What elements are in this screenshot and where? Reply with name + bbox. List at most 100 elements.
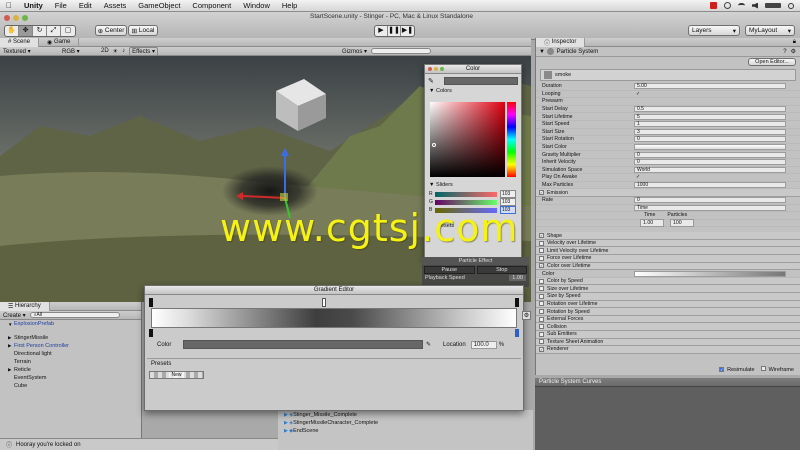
gear-icon[interactable]: ⚙ (787, 48, 800, 55)
module-sub-emitters[interactable]: Sub Emitters (536, 331, 800, 339)
space-toggle[interactable]: ⊞ Local (128, 25, 158, 36)
red-slider[interactable] (435, 191, 497, 197)
module-shape[interactable]: ✓ Shape (536, 232, 800, 240)
gradient-eyedropper-icon[interactable]: ✎ (426, 341, 431, 348)
step-button[interactable]: ▶❚ (401, 26, 414, 36)
module-size-by-speed[interactable]: Size by Speed (536, 293, 800, 301)
hierarchy-search-input[interactable]: ⌕All (29, 312, 120, 318)
scale-tool-icon[interactable]: ⤢ (47, 26, 61, 36)
open-editor-button[interactable]: Open Editor... (748, 58, 796, 66)
module-color-by-speed[interactable]: Color by Speed (536, 277, 800, 286)
collision-checkbox[interactable] (539, 324, 544, 330)
layers-dropdown[interactable]: Layers ▾ (688, 25, 740, 36)
alpha-key-right[interactable] (515, 298, 519, 307)
menu-edit[interactable]: Edit (73, 1, 98, 10)
sub-emitters-checkbox[interactable] (539, 331, 544, 337)
hierarchy-item[interactable]: ▶ First Person Controller (0, 342, 141, 350)
close-window-icon[interactable] (4, 15, 10, 21)
apple-icon[interactable]:  (0, 1, 18, 10)
hand-tool-icon[interactable]: ✋ (5, 26, 19, 36)
menu-assets[interactable]: Assets (98, 1, 133, 10)
project-item[interactable]: ▶ ◆ EndScene (278, 427, 533, 435)
settings-corner-icon[interactable]: ⚙ (522, 311, 531, 320)
tab-hierarchy[interactable]: ☰ Hierarchy (0, 301, 50, 311)
menu-file[interactable]: File (49, 1, 73, 10)
color-over-lifetime-checkbox[interactable]: ✓ (539, 263, 544, 269)
gizmos-dropdown[interactable]: Gizmos ▾ (342, 48, 367, 55)
force-over-lifetime-checkbox[interactable] (539, 255, 544, 261)
module-limit-velocity-over-lifetime[interactable]: Limit Velocity over Lifetime (536, 247, 800, 256)
rate-mode-dropdown[interactable]: Time (634, 204, 786, 211)
module-texture-sheet-animation[interactable]: Texture Sheet Animation (536, 338, 800, 347)
simulation-space-value[interactable]: World (634, 166, 786, 173)
red-value[interactable]: 103 (500, 190, 516, 198)
hierarchy-item[interactable]: EventSystem (0, 374, 141, 382)
burst-particles-value[interactable]: 100 (670, 218, 694, 227)
module-force-over-lifetime[interactable]: Force over Lifetime (536, 255, 800, 263)
module-external-forces[interactable]: External Forces (536, 315, 800, 324)
green-slider[interactable] (435, 199, 497, 205)
green-value[interactable]: 103 (500, 198, 516, 206)
alpha-key-left[interactable] (149, 298, 153, 307)
resimulate-toggle[interactable]: ✓ Resimulate (719, 366, 755, 373)
project-item[interactable]: ▶ ◈ Stinger_Missile_Complete (278, 411, 533, 419)
color-mode-dropdown[interactable]: RGB ▾ (62, 48, 97, 55)
hierarchy-item[interactable]: ▼ ExplosionPrefab (0, 320, 141, 328)
render-mode-dropdown[interactable]: Textured ▾ (3, 48, 58, 55)
tab-game[interactable]: ◉ Game (39, 37, 80, 47)
renderer-checkbox[interactable]: ✓ (539, 346, 544, 352)
color-saturation-square[interactable] (430, 102, 505, 177)
tab-inspector[interactable]: ⓘ Inspector (536, 37, 586, 47)
2d-toggle[interactable]: 2D (101, 48, 109, 54)
play-button[interactable]: ▶ (375, 26, 388, 36)
app-menu[interactable]: Unity (18, 1, 49, 10)
pivot-toggle[interactable]: ⊕ Center (95, 25, 127, 36)
hierarchy-item[interactable]: ▶ StingerMissile (0, 334, 141, 342)
project-item[interactable]: ▶ ◈ StingerMissileCharacter_Complete (278, 419, 533, 427)
menu-help[interactable]: Help (276, 1, 303, 10)
play-on-awake-value[interactable]: ✓ (634, 174, 640, 180)
gravity-multiplier-value[interactable]: 0 (634, 151, 786, 158)
menu-component[interactable]: Component (186, 1, 237, 10)
zoom-window-icon[interactable] (22, 15, 28, 21)
lock-icon[interactable]: 🔒︎ (793, 39, 800, 46)
hierarchy-item[interactable]: ▶ Reticle (0, 366, 141, 374)
pause-button[interactable]: ❚❚ (388, 26, 401, 36)
start-size-value[interactable]: 3 (634, 128, 786, 135)
light-toggle-icon[interactable]: ☀ (113, 48, 118, 55)
color-key-right[interactable] (515, 329, 519, 337)
prewarm-value[interactable] (634, 98, 640, 104)
effects-dropdown[interactable]: Effects ▾ (129, 46, 158, 56)
gradient-key-color-field[interactable] (183, 340, 423, 349)
rect-tool-icon[interactable]: ▢ (61, 26, 75, 36)
wireframe-checkbox[interactable] (760, 366, 766, 371)
create-dropdown[interactable]: Create ▾ (3, 312, 26, 319)
stop-effect-button[interactable]: Stop (476, 266, 527, 274)
module-emission[interactable]: ✓ Emission (536, 189, 800, 197)
collapse-icon[interactable]: ▼ (539, 49, 547, 55)
menu-window[interactable]: Window (237, 1, 276, 10)
resimulate-checkbox[interactable]: ✓ (719, 366, 725, 372)
module-collision[interactable]: Collision (536, 323, 800, 331)
start-rotation-value[interactable]: 0 (634, 136, 786, 143)
color-by-speed-checkbox[interactable] (539, 278, 544, 284)
external-forces-checkbox[interactable] (539, 316, 544, 322)
eyedropper-icon[interactable]: ✎ (428, 77, 444, 85)
looping-value[interactable]: ✓ (634, 91, 640, 97)
spotlight-icon[interactable] (788, 2, 794, 9)
hierarchy-item[interactable]: Cube (0, 382, 141, 390)
start-speed-value[interactable]: 1 (634, 121, 786, 128)
minimize-window-icon[interactable] (13, 15, 19, 21)
color-key-left[interactable] (149, 329, 153, 337)
hue-slider[interactable] (507, 102, 516, 177)
location-value[interactable]: 100.0 (470, 340, 497, 349)
move-tool-icon[interactable]: ✥ (19, 26, 33, 36)
hierarchy-item[interactable]: Directional light (0, 350, 141, 358)
color-gradient-field[interactable] (634, 270, 786, 277)
hierarchy-item[interactable]: Terrain (0, 358, 141, 366)
color-selector-ring[interactable] (432, 143, 436, 147)
inherit-velocity-value[interactable]: 0 (634, 159, 786, 166)
module-color-over-lifetime[interactable]: ✓ Color over Lifetime (536, 262, 800, 271)
rotate-tool-icon[interactable]: ↻ (33, 26, 47, 36)
rate-value[interactable]: 0 (634, 197, 786, 204)
